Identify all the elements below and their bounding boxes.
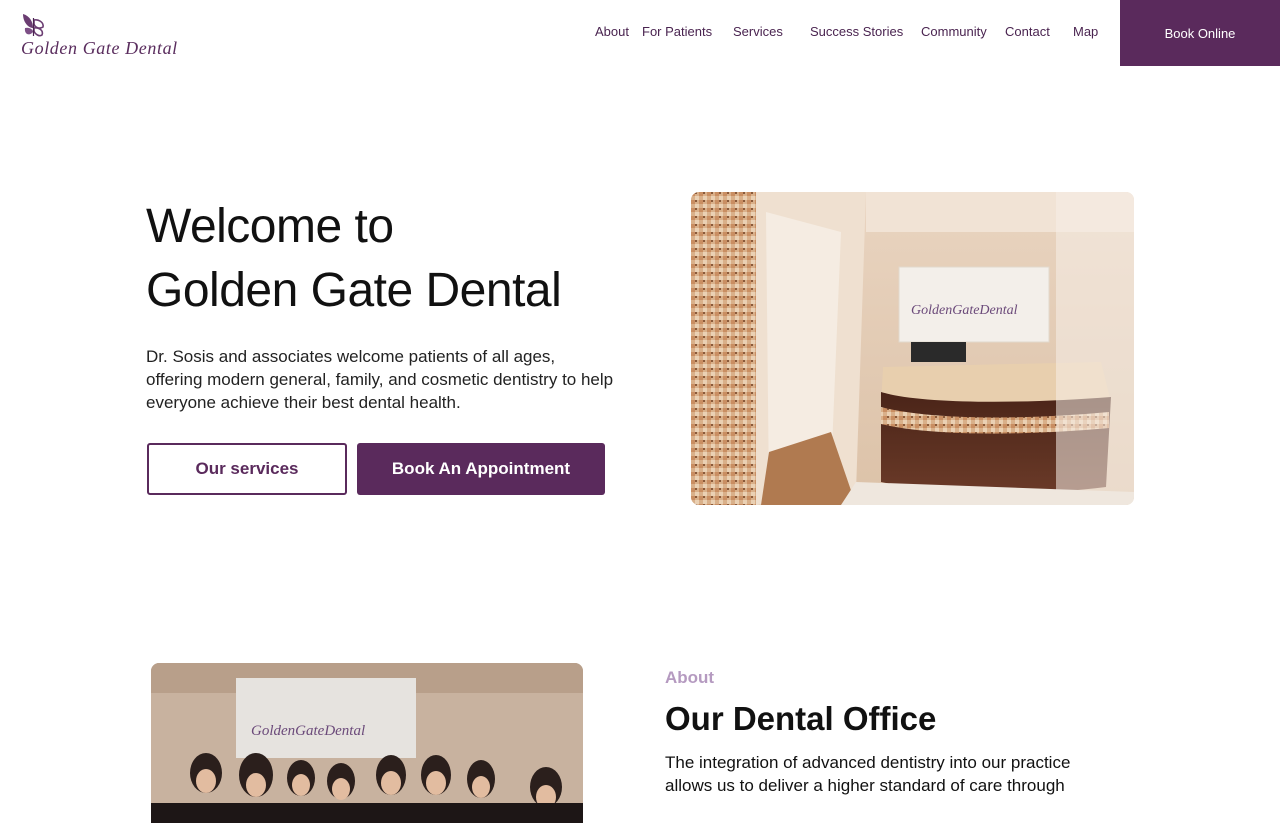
butterfly-icon bbox=[23, 14, 44, 37]
nav-item-contact[interactable]: Contact bbox=[1005, 24, 1050, 39]
team-photo: GoldenGateDental bbox=[151, 663, 583, 823]
book-appointment-button[interactable]: Book An Appointment bbox=[357, 443, 605, 495]
our-services-button[interactable]: Our services bbox=[147, 443, 347, 495]
nav-item-community[interactable]: Community bbox=[921, 24, 987, 39]
team-sign-text: GoldenGateDental bbox=[251, 723, 365, 739]
site-logo[interactable]: Golden Gate Dental bbox=[20, 12, 190, 62]
book-online-button[interactable]: Book Online bbox=[1120, 0, 1280, 66]
nav-item-map[interactable]: Map bbox=[1073, 24, 1098, 39]
hero-title-line-1: Welcome to bbox=[146, 200, 394, 253]
reception-photo: GoldenGateDental bbox=[691, 192, 1134, 505]
hero-description: Dr. Sosis and associates welcome patient… bbox=[146, 347, 614, 412]
about-body: The integration of advanced dentistry in… bbox=[665, 753, 1071, 795]
logo-wordmark: Golden Gate Dental bbox=[21, 38, 178, 58]
reception-sign-text: GoldenGateDental bbox=[911, 303, 1018, 318]
nav-item-services[interactable]: Services bbox=[733, 24, 783, 39]
hero-title-line-2: Golden Gate Dental bbox=[146, 264, 562, 317]
about-title: Our Dental Office bbox=[665, 700, 937, 737]
nav-item-for-patients[interactable]: For Patients bbox=[642, 24, 712, 39]
nav-item-about[interactable]: About bbox=[595, 24, 629, 39]
hero-title: Welcome to Golden Gate Dental bbox=[146, 195, 562, 323]
about-eyebrow: About bbox=[665, 668, 715, 687]
nav-item-success-stories[interactable]: Success Stories bbox=[810, 24, 903, 39]
